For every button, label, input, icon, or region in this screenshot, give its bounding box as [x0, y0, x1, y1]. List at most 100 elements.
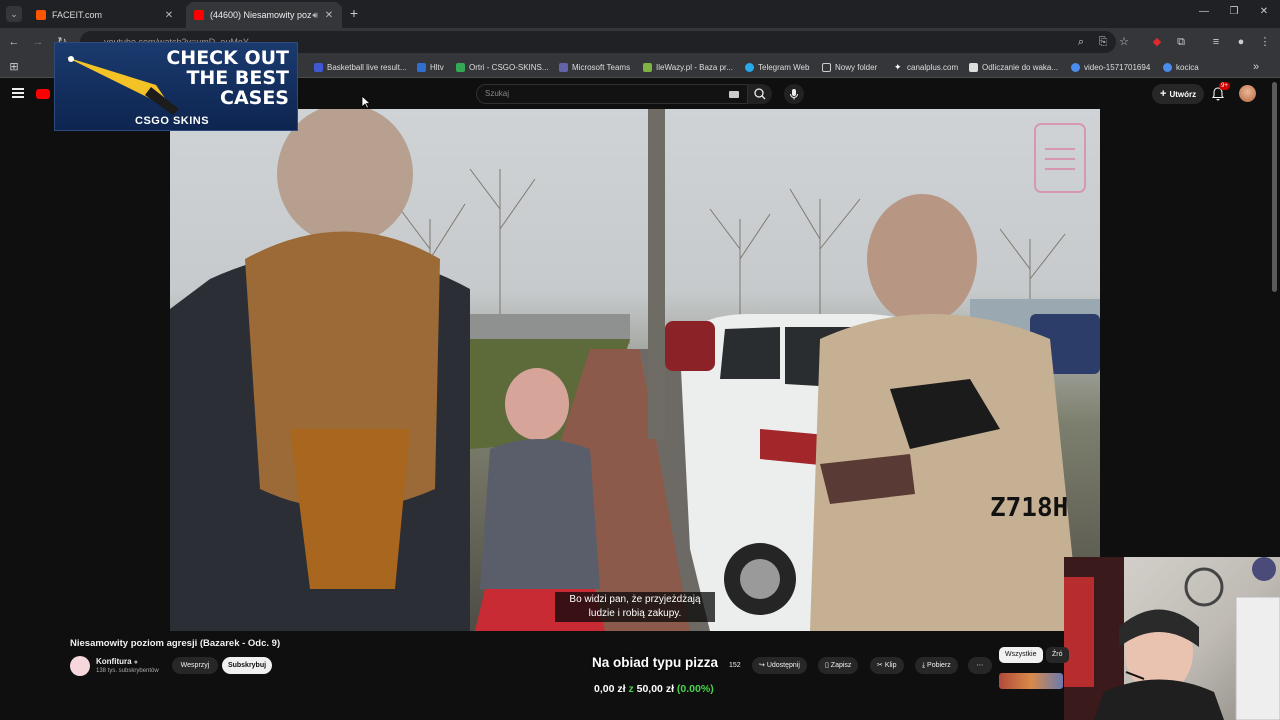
- tab-faceit[interactable]: FACEIT.com ✕: [28, 2, 182, 28]
- video-frame: [170, 109, 1100, 631]
- recommended-video-thumbnail[interactable]: [999, 673, 1063, 689]
- create-button[interactable]: + Utwórz: [1152, 84, 1205, 104]
- extension-icon[interactable]: ◆: [1149, 34, 1165, 50]
- channel-name-text: Konfitura: [96, 657, 132, 666]
- subscribe-button[interactable]: Subskrybuj: [222, 657, 272, 674]
- tab-youtube[interactable]: (44600) Niesamowity pozio 🔊︎ ✕: [186, 2, 342, 28]
- clip-label: Klip: [884, 662, 897, 669]
- channel-avatar[interactable]: [70, 656, 90, 676]
- goal-separator: z: [628, 683, 634, 695]
- apps-grid-icon[interactable]: ⊞: [6, 59, 22, 75]
- ad-headline: CHECK OUT: [166, 47, 289, 69]
- bookmark-star-icon[interactable]: ☆: [1116, 34, 1132, 50]
- back-icon[interactable]: ←: [6, 34, 22, 50]
- bookmark-label: Microsoft Teams: [572, 62, 631, 72]
- create-label: Utwórz: [1169, 89, 1197, 99]
- share-button[interactable]: ↪ Udostępnij: [752, 657, 807, 674]
- bookmark-item[interactable]: Odliczanie do waka...: [969, 60, 1058, 74]
- save-button[interactable]: ▯ Zapisz: [818, 657, 859, 674]
- close-tab-icon[interactable]: ✕: [164, 10, 174, 21]
- bookmark-favicon-icon: [643, 62, 652, 72]
- goal-target: 50,00 zł: [636, 683, 674, 695]
- scissors-icon: ✂: [877, 662, 885, 669]
- subtitle-line: ludzie i robią zakupy.: [588, 608, 682, 619]
- voice-search-button[interactable]: [784, 84, 804, 104]
- profile-icon[interactable]: ●: [1233, 34, 1249, 50]
- bookmark-favicon-icon: [969, 62, 978, 72]
- bookmark-label: Odliczanie do waka...: [982, 62, 1059, 72]
- bookmark-item[interactable]: kocica: [1163, 60, 1199, 74]
- bookmark-label: canalplus.com: [907, 62, 959, 72]
- bookmark-item[interactable]: Basketball live result...: [314, 60, 407, 74]
- donation-goal-title: Na obiad typu pizza: [592, 655, 719, 670]
- browser-menu-icon[interactable]: ⋮: [1257, 34, 1273, 50]
- tab-title: FACEIT.com: [52, 10, 103, 20]
- microphone-icon: [790, 89, 798, 100]
- minimize-icon[interactable]: —: [1196, 6, 1212, 17]
- chip-source[interactable]: Źró: [1046, 647, 1069, 663]
- bookmark-label: video-1571701694: [1084, 62, 1151, 72]
- search-input[interactable]: Szukaj: [476, 84, 748, 104]
- donation-goal-progress: 0,00 zł z 50,00 zł (0.00%): [594, 683, 714, 695]
- bookmark-label: Basketball live result...: [327, 62, 407, 72]
- chip-all[interactable]: Wszystkie: [999, 647, 1043, 663]
- page-scrollbar[interactable]: [1272, 82, 1277, 292]
- plus-icon: +: [1160, 88, 1167, 100]
- search-button[interactable]: [748, 84, 772, 104]
- close-window-icon[interactable]: ✕: [1256, 6, 1272, 17]
- bookmark-item[interactable]: Hltv: [417, 60, 444, 74]
- zoom-icon[interactable]: ⌕: [1073, 34, 1089, 50]
- webcam-frame: [1064, 557, 1280, 720]
- channel-name[interactable]: Konfitura ●: [96, 657, 138, 666]
- goal-current: 0,00 zł: [594, 683, 626, 695]
- account-avatar[interactable]: [1239, 85, 1256, 102]
- subtitle-line: Bo widzi pan, że przyjeżdżają: [569, 594, 701, 605]
- youtube-favicon-icon: [194, 10, 204, 20]
- bookmark-item[interactable]: video-1571701694: [1071, 60, 1150, 74]
- goal-percent: (0.00%): [676, 683, 714, 695]
- video-player[interactable]: Z718H: [170, 109, 1100, 631]
- forward-icon[interactable]: →: [30, 34, 46, 50]
- extensions-puzzle-icon[interactable]: ⧉: [1173, 34, 1189, 50]
- share-icon: ↪: [759, 662, 767, 669]
- restore-icon[interactable]: ❐: [1226, 6, 1242, 17]
- license-plate: Z718H: [990, 493, 1069, 523]
- bookmark-favicon-icon: [559, 62, 568, 72]
- new-tab-icon[interactable]: +: [346, 5, 362, 21]
- install-icon[interactable]: ⎘: [1095, 34, 1111, 50]
- bookmark-item[interactable]: Ortri - CSGO-SKINS...: [456, 60, 549, 74]
- more-actions-icon[interactable]: ⋯: [968, 657, 992, 674]
- like-count: 152: [729, 662, 741, 669]
- bookmark-item[interactable]: Microsoft Teams: [559, 60, 630, 74]
- bookmark-item[interactable]: ✦ canalplus.com: [894, 60, 958, 74]
- bookmark-favicon-icon: [456, 62, 465, 72]
- share-label: Udostępnij: [766, 662, 800, 669]
- bookmark-label: Ortri - CSGO-SKINS...: [469, 62, 549, 72]
- download-button[interactable]: ⤓ Pobierz: [915, 657, 958, 674]
- video-subtitle: Bo widzi pan, że przyjeżdżają ludzie i r…: [555, 592, 715, 622]
- ad-brand-logo: CSGO SKINS: [135, 115, 210, 127]
- bookmark-item[interactable]: IleWazy.pl - Baza pr...: [643, 60, 733, 74]
- bookmark-item[interactable]: Telegram Web: [745, 60, 809, 74]
- hamburger-menu-icon[interactable]: [12, 88, 24, 98]
- media-controls-icon[interactable]: ≡: [1208, 34, 1224, 50]
- mouse-cursor-icon: [361, 95, 371, 109]
- subscriber-count: 138 tys. subskrybentów: [96, 668, 159, 674]
- save-label: Zapisz: [830, 662, 852, 669]
- bookmark-item[interactable]: Nowy folder: [822, 60, 877, 74]
- ad-headline: THE BEST: [186, 67, 289, 89]
- ad-headline: CASES: [220, 87, 289, 109]
- bookmark-label: Nowy folder: [835, 62, 878, 72]
- search-icon: [754, 88, 766, 100]
- keyboard-icon[interactable]: [729, 91, 739, 98]
- tab-search-icon[interactable]: ⌄: [6, 6, 22, 22]
- more-bookmarks-icon[interactable]: »: [1248, 59, 1264, 75]
- clip-button[interactable]: ✂ Klip: [870, 657, 904, 674]
- search-placeholder: Szukaj: [485, 89, 510, 98]
- youtube-logo-icon[interactable]: [36, 89, 50, 99]
- close-tab-icon[interactable]: ✕: [324, 10, 334, 21]
- bookmark-label: kocica: [1176, 62, 1199, 72]
- bookmark-favicon-icon: [1163, 62, 1172, 72]
- speaker-icon[interactable]: 🔊︎: [312, 10, 318, 21]
- join-button[interactable]: Wesprzyj: [172, 657, 218, 674]
